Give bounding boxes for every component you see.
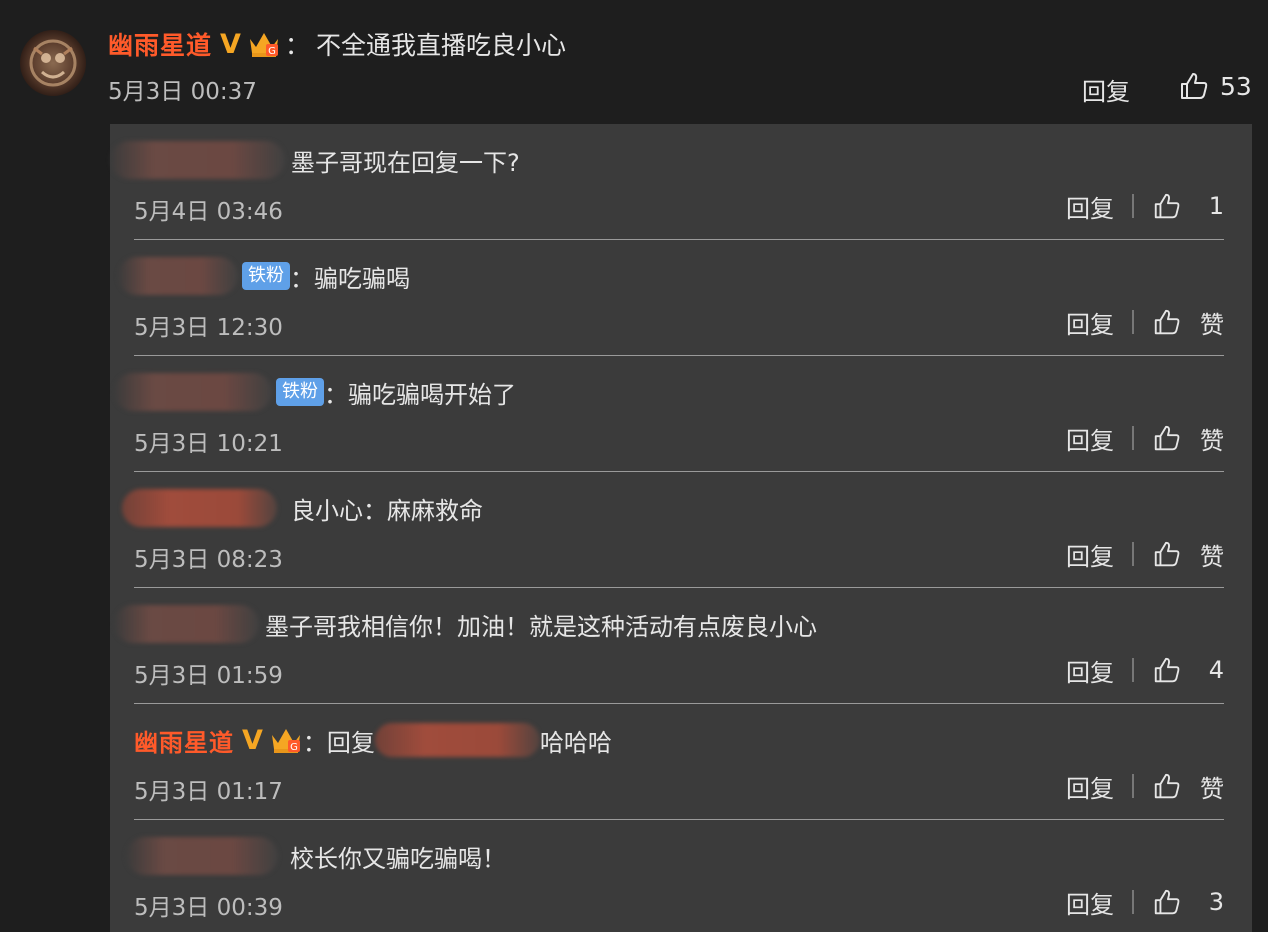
thumbs-up-icon (1178, 70, 1210, 102)
like-count: 4 (1208, 656, 1224, 684)
reply-actions: 回复 赞 (1066, 420, 1224, 456)
reply-text: 骗吃骗喝开始了 (348, 380, 516, 409)
blurred-username (374, 723, 540, 757)
like-label: 赞 (1200, 426, 1224, 455)
thumbs-up-icon[interactable] (1152, 191, 1182, 221)
thumbs-up-icon[interactable] (1152, 887, 1182, 917)
divider (1132, 426, 1134, 450)
fan-badge: 铁粉 (276, 378, 324, 406)
blurred-username (110, 141, 285, 179)
reply-actions: 回复 赞 (1066, 768, 1224, 804)
divider (1132, 194, 1134, 218)
colon-separator: ： (302, 728, 327, 757)
divider (1132, 542, 1134, 566)
reply-item: 墨子哥我相信你！加油！就是这种活动有点废良小心 5月3日 01:59 回复 4 (110, 588, 1252, 704)
reply-item: 校长你又骗吃骗喝！ 5月3日 00:39 回复 3 (110, 820, 1252, 932)
blurred-username (126, 837, 278, 875)
thumbs-up-icon[interactable] (1152, 423, 1182, 453)
main-reply-button[interactable]: 回复 (1082, 72, 1130, 107)
author-username[interactable]: 幽雨星道 (134, 723, 234, 758)
main-comment-text: 不全通我直播吃良小心 (315, 31, 566, 60)
like-label: 赞 (1200, 310, 1224, 339)
crown-badge-icon: G (247, 29, 281, 59)
reply-time: 5月3日 00:39 (134, 895, 283, 921)
reply-text: 哈哈哈 (539, 728, 612, 757)
reply-actions: 回复 赞 (1066, 304, 1224, 340)
reply-time: 5月3日 12:30 (134, 315, 283, 341)
reply-actions: 回复 4 (1066, 652, 1224, 688)
divider (1132, 890, 1134, 914)
blurred-username (114, 373, 272, 411)
verified-icon: V (242, 724, 263, 756)
svg-text:G: G (290, 742, 298, 753)
like-count: 3 (1208, 888, 1224, 916)
reply-item: 幽雨星道 V G ： 回复 哈哈哈 5月3日 01:17 回复 赞 (110, 704, 1252, 820)
divider (1132, 774, 1134, 798)
reply-time: 5月3日 10:21 (134, 431, 283, 457)
like-label: 赞 (1200, 542, 1224, 571)
main-like-button[interactable]: 53 (1178, 70, 1252, 102)
svg-text:G: G (268, 46, 276, 57)
divider (1132, 310, 1134, 334)
reply-text: 良小心：麻麻救命 (291, 496, 483, 525)
thumbs-up-icon[interactable] (1152, 771, 1182, 801)
reply-time: 5月4日 03:46 (134, 199, 283, 225)
reply-actions: 回复 赞 (1066, 536, 1224, 572)
reply-button[interactable]: 回复 (1066, 885, 1114, 920)
reply-item: 墨子哥现在回复一下? 5月4日 03:46 回复 1 (110, 124, 1252, 240)
verified-icon: V (220, 28, 241, 60)
like-count: 1 (1208, 192, 1224, 220)
reply-prefix: 回复 (326, 728, 375, 757)
reply-item: 铁粉 ： 骗吃骗喝 5月3日 12:30 回复 赞 (110, 240, 1252, 356)
reply-time: 5月3日 01:17 (134, 779, 283, 805)
like-label: 赞 (1200, 774, 1224, 803)
divider (1132, 658, 1134, 682)
reply-button[interactable]: 回复 (1066, 421, 1114, 456)
reply-text: 骗吃骗喝 (314, 264, 410, 293)
crown-badge-icon: G (269, 725, 303, 755)
reply-item: 良小心：麻麻救命 5月3日 08:23 回复 赞 (110, 472, 1252, 588)
reply-button[interactable]: 回复 (1066, 189, 1114, 224)
colon-separator: ： (324, 380, 348, 409)
main-comment-line: 幽雨星道 V G ： 不全通我直播吃良小心 (108, 26, 566, 62)
author-username[interactable]: 幽雨星道 (108, 26, 212, 62)
comment-thread: 幽雨星道 V G ： 不全通我直播吃良小心 5月3日 00:37 回复 53 墨… (0, 0, 1268, 932)
blurred-username (122, 489, 277, 527)
replies-panel: 墨子哥现在回复一下? 5月4日 03:46 回复 1 铁粉 ： 骗吃骗喝 5月3… (110, 124, 1252, 932)
reply-text: 校长你又骗吃骗喝！ (290, 844, 506, 873)
reply-button[interactable]: 回复 (1066, 537, 1114, 572)
reply-time: 5月3日 08:23 (134, 547, 283, 573)
blurred-username (114, 605, 259, 643)
reply-time: 5月3日 01:59 (134, 663, 283, 689)
blurred-username (118, 257, 238, 295)
user-avatar[interactable] (20, 30, 86, 96)
reply-text: 墨子哥我相信你！加油！就是这种活动有点废良小心 (265, 612, 817, 641)
reply-item: 铁粉 ： 骗吃骗喝开始了 5月3日 10:21 回复 赞 (110, 356, 1252, 472)
reply-actions: 回复 3 (1066, 884, 1224, 920)
main-like-count: 53 (1220, 71, 1252, 101)
reply-button[interactable]: 回复 (1066, 769, 1114, 804)
colon-separator: ： (290, 264, 314, 293)
thumbs-up-icon[interactable] (1152, 539, 1182, 569)
reply-text: 墨子哥现在回复一下? (291, 148, 520, 177)
main-comment-time: 5月3日 00:37 (108, 79, 257, 105)
thumbs-up-icon[interactable] (1152, 307, 1182, 337)
reply-button[interactable]: 回复 (1066, 653, 1114, 688)
reply-actions: 回复 1 (1066, 188, 1224, 224)
reply-button[interactable]: 回复 (1066, 305, 1114, 340)
thumbs-up-icon[interactable] (1152, 655, 1182, 685)
colon-separator: ： (284, 31, 310, 60)
fan-badge: 铁粉 (242, 262, 290, 290)
